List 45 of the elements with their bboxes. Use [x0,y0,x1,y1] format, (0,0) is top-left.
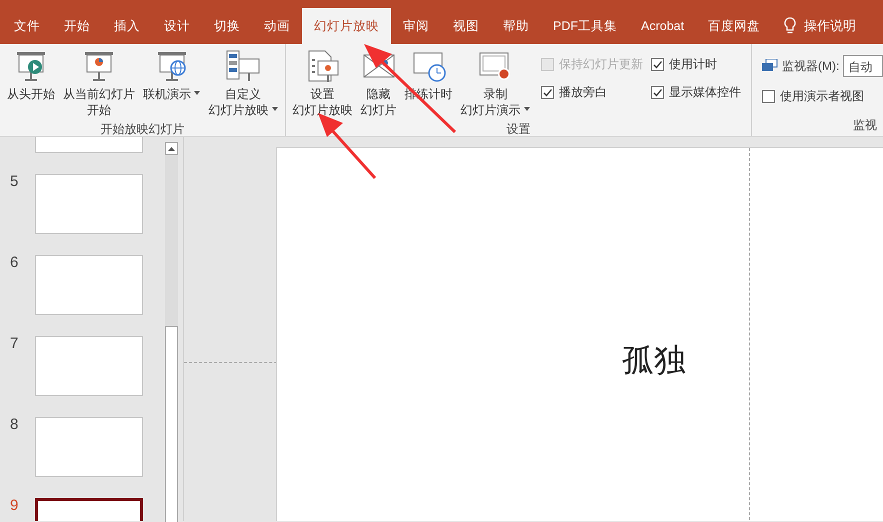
ribbon-tab[interactable]: 动画 [252,8,302,44]
checkbox[interactable] [541,86,554,98]
ribbon-tab[interactable]: 设计 [152,8,202,44]
checkbox[interactable] [762,90,776,102]
ribbon-button[interactable]: 从头开始 [4,47,58,120]
slide-number: 7 [10,335,18,352]
checkbox-label: 使用计时 [669,56,718,73]
group-label: 开始放映幻灯片 [99,121,186,136]
field-label: 监视器(M): [782,58,840,75]
slide-title-text: 孤独 [622,340,686,381]
up-arrow-icon [168,146,175,150]
ribbon-tab[interactable]: Acrobat [629,8,696,44]
ribbon-tab[interactable]: 插入 [102,8,152,44]
slide-number: 6 [10,254,18,271]
custom-show-icon [225,49,262,83]
scroll-up-button[interactable] [165,142,178,155]
monitor-icon [762,59,778,73]
slide-number: 8 [10,416,18,433]
ribbon-button[interactable]: 设置 幻灯片放映 [290,47,356,120]
checkbox[interactable] [651,86,664,98]
group-label: 监视 [852,117,878,134]
slide-number: 9 [10,497,18,514]
ribbon-button[interactable]: 从当前幻灯片 开始 [60,47,138,120]
slide-number: 5 [10,173,18,190]
ribbon-tab[interactable]: PDF工具集 [541,8,629,44]
ribbon-tab[interactable]: 文件 [2,8,52,44]
checkbox-label: 保持幻灯片更新 [559,56,644,73]
ribbon-tab[interactable]: 百度网盘 [696,8,772,44]
ribbon-tab[interactable]: 幻灯片放映 [302,8,391,44]
ribbon-tab[interactable]: 帮助 [491,8,541,44]
ribbon-button[interactable]: 自定义 幻灯片放映 [205,47,281,120]
checkbox-label: 显示媒体控件 [669,84,742,101]
monitor-dropdown[interactable]: 自动 [843,55,883,77]
ribbon-tab[interactable]: 开始 [52,8,102,44]
ribbon-button[interactable]: 联机演示 [140,47,204,120]
checkbox-label: 播放旁白 [559,84,608,101]
ribbon-tab[interactable]: 审阅 [391,8,441,44]
checkbox[interactable] [651,58,664,70]
ribbon-tab[interactable]: 视图 [441,8,491,44]
group-label: 设置 [505,121,532,136]
lightbulb-icon [784,17,796,35]
ribbon-tab[interactable]: 切换 [202,8,252,44]
tell-me-search[interactable]: 操作说明 [804,16,856,36]
checkbox-label: 使用演示者视图 [780,88,864,105]
ribbon-button[interactable]: 录制 幻灯片演示 [458,47,534,120]
